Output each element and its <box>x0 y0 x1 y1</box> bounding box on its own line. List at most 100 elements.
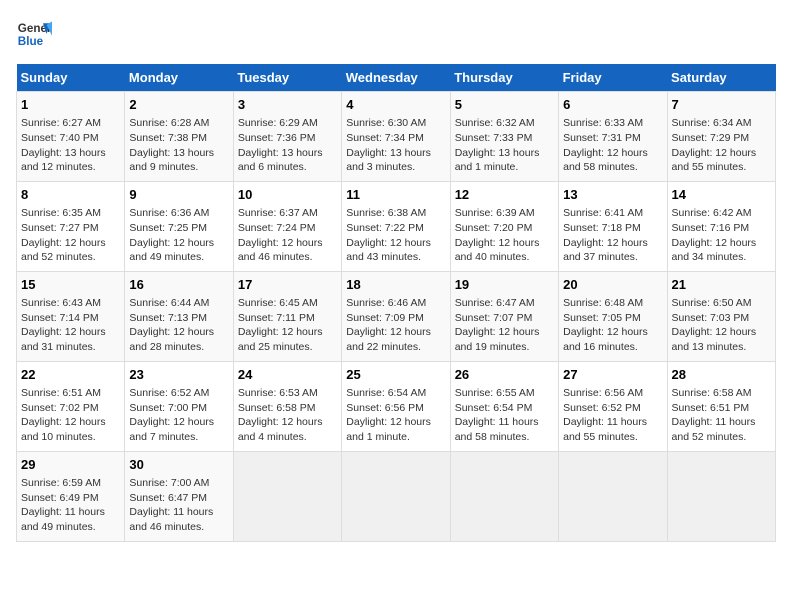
day-info: Sunrise: 6:41 AM Sunset: 7:18 PM Dayligh… <box>563 206 662 265</box>
day-cell: 19 Sunrise: 6:47 AM Sunset: 7:07 PM Dayli… <box>450 271 558 361</box>
day-cell: 1 Sunrise: 6:27 AM Sunset: 7:40 PM Daylig… <box>17 92 125 182</box>
day-info: Sunrise: 6:45 AM Sunset: 7:11 PM Dayligh… <box>238 296 337 355</box>
day-cell: 13 Sunrise: 6:41 AM Sunset: 7:18 PM Dayli… <box>559 181 667 271</box>
day-info: Sunrise: 6:29 AM Sunset: 7:36 PM Dayligh… <box>238 116 337 175</box>
day-cell: 21 Sunrise: 6:50 AM Sunset: 7:03 PM Dayli… <box>667 271 775 361</box>
day-info: Sunrise: 6:50 AM Sunset: 7:03 PM Dayligh… <box>672 296 771 355</box>
day-cell: 3Sunrise: 6:29 AM Sunset: 7:36 PM Daylig… <box>233 92 341 182</box>
day-number: 13 <box>563 186 662 204</box>
day-cell: 22 Sunrise: 6:51 AM Sunset: 7:02 PM Dayli… <box>17 361 125 451</box>
day-cell: 7 Sunrise: 6:34 AM Sunset: 7:29 PM Daylig… <box>667 92 775 182</box>
week-row-3: 15 Sunrise: 6:43 AM Sunset: 7:14 PM Dayli… <box>17 271 776 361</box>
day-info: Sunrise: 6:27 AM Sunset: 7:40 PM Dayligh… <box>21 116 120 175</box>
day-number: 23 <box>129 366 228 384</box>
day-cell: 9 Sunrise: 6:36 AM Sunset: 7:25 PM Daylig… <box>125 181 233 271</box>
day-number: 2 <box>129 96 228 114</box>
day-info: Sunrise: 6:59 AM Sunset: 6:49 PM Dayligh… <box>21 476 120 535</box>
day-cell <box>559 451 667 541</box>
day-info: Sunrise: 6:33 AM Sunset: 7:31 PM Dayligh… <box>563 116 662 175</box>
logo: General Blue <box>16 16 52 52</box>
day-number: 1 <box>21 96 120 114</box>
day-number: 21 <box>672 276 771 294</box>
svg-text:Blue: Blue <box>18 35 44 48</box>
day-number: 26 <box>455 366 554 384</box>
page-header: General Blue <box>16 16 776 52</box>
day-number: 28 <box>672 366 771 384</box>
day-info: Sunrise: 6:28 AM Sunset: 7:38 PM Dayligh… <box>129 116 228 175</box>
day-number: 22 <box>21 366 120 384</box>
day-cell: 11Sunrise: 6:38 AM Sunset: 7:22 PM Dayli… <box>342 181 450 271</box>
day-number: 18 <box>346 276 445 294</box>
day-number: 4 <box>346 96 445 114</box>
day-cell <box>667 451 775 541</box>
day-cell: 29 Sunrise: 6:59 AM Sunset: 6:49 PM Dayli… <box>17 451 125 541</box>
day-cell: 27 Sunrise: 6:56 AM Sunset: 6:52 PM Dayli… <box>559 361 667 451</box>
day-cell <box>450 451 558 541</box>
day-cell: 17 Sunrise: 6:45 AM Sunset: 7:11 PM Dayli… <box>233 271 341 361</box>
col-header-friday: Friday <box>559 64 667 92</box>
day-cell: 8 Sunrise: 6:35 AM Sunset: 7:27 PM Daylig… <box>17 181 125 271</box>
day-number: 14 <box>672 186 771 204</box>
day-info: Sunrise: 6:47 AM Sunset: 7:07 PM Dayligh… <box>455 296 554 355</box>
calendar-table: SundayMondayTuesdayWednesdayThursdayFrid… <box>16 64 776 542</box>
day-info: Sunrise: 6:36 AM Sunset: 7:25 PM Dayligh… <box>129 206 228 265</box>
day-cell: 25 Sunrise: 6:54 AM Sunset: 6:56 PM Dayli… <box>342 361 450 451</box>
day-number: 6 <box>563 96 662 114</box>
day-cell: 26Sunrise: 6:55 AM Sunset: 6:54 PM Dayli… <box>450 361 558 451</box>
day-cell: 18 Sunrise: 6:46 AM Sunset: 7:09 PM Dayli… <box>342 271 450 361</box>
day-number: 10 <box>238 186 337 204</box>
day-info: Sunrise: 6:51 AM Sunset: 7:02 PM Dayligh… <box>21 386 120 445</box>
day-number: 20 <box>563 276 662 294</box>
day-cell: 5 Sunrise: 6:32 AM Sunset: 7:33 PM Daylig… <box>450 92 558 182</box>
day-info: Sunrise: 6:52 AM Sunset: 7:00 PM Dayligh… <box>129 386 228 445</box>
day-cell: 6 Sunrise: 6:33 AM Sunset: 7:31 PM Daylig… <box>559 92 667 182</box>
day-number: 29 <box>21 456 120 474</box>
day-cell: 30Sunrise: 7:00 AM Sunset: 6:47 PM Dayli… <box>125 451 233 541</box>
logo-icon: General Blue <box>16 16 52 52</box>
day-cell: 2 Sunrise: 6:28 AM Sunset: 7:38 PM Daylig… <box>125 92 233 182</box>
col-header-saturday: Saturday <box>667 64 775 92</box>
day-number: 8 <box>21 186 120 204</box>
week-row-4: 22 Sunrise: 6:51 AM Sunset: 7:02 PM Dayli… <box>17 361 776 451</box>
day-number: 15 <box>21 276 120 294</box>
day-info: Sunrise: 6:32 AM Sunset: 7:33 PM Dayligh… <box>455 116 554 175</box>
day-cell <box>342 451 450 541</box>
day-number: 16 <box>129 276 228 294</box>
day-info: Sunrise: 6:53 AM Sunset: 6:58 PM Dayligh… <box>238 386 337 445</box>
day-number: 17 <box>238 276 337 294</box>
col-header-wednesday: Wednesday <box>342 64 450 92</box>
day-number: 7 <box>672 96 771 114</box>
day-info: Sunrise: 6:30 AM Sunset: 7:34 PM Dayligh… <box>346 116 445 175</box>
day-number: 25 <box>346 366 445 384</box>
day-number: 5 <box>455 96 554 114</box>
header-row: SundayMondayTuesdayWednesdayThursdayFrid… <box>17 64 776 92</box>
day-cell: 12 Sunrise: 6:39 AM Sunset: 7:20 PM Dayli… <box>450 181 558 271</box>
day-cell: 16Sunrise: 6:44 AM Sunset: 7:13 PM Dayli… <box>125 271 233 361</box>
day-number: 27 <box>563 366 662 384</box>
day-cell: 14Sunrise: 6:42 AM Sunset: 7:16 PM Dayli… <box>667 181 775 271</box>
day-cell: 23 Sunrise: 6:52 AM Sunset: 7:00 PM Dayli… <box>125 361 233 451</box>
day-info: Sunrise: 6:39 AM Sunset: 7:20 PM Dayligh… <box>455 206 554 265</box>
day-cell: 15 Sunrise: 6:43 AM Sunset: 7:14 PM Dayli… <box>17 271 125 361</box>
day-number: 9 <box>129 186 228 204</box>
week-row-1: 1 Sunrise: 6:27 AM Sunset: 7:40 PM Daylig… <box>17 92 776 182</box>
day-info: Sunrise: 6:46 AM Sunset: 7:09 PM Dayligh… <box>346 296 445 355</box>
day-info: Sunrise: 6:58 AM Sunset: 6:51 PM Dayligh… <box>672 386 771 445</box>
day-info: Sunrise: 6:38 AM Sunset: 7:22 PM Dayligh… <box>346 206 445 265</box>
day-info: Sunrise: 6:54 AM Sunset: 6:56 PM Dayligh… <box>346 386 445 445</box>
day-info: Sunrise: 6:34 AM Sunset: 7:29 PM Dayligh… <box>672 116 771 175</box>
day-number: 12 <box>455 186 554 204</box>
day-cell: 28 Sunrise: 6:58 AM Sunset: 6:51 PM Dayli… <box>667 361 775 451</box>
day-info: Sunrise: 6:56 AM Sunset: 6:52 PM Dayligh… <box>563 386 662 445</box>
week-row-5: 29 Sunrise: 6:59 AM Sunset: 6:49 PM Dayli… <box>17 451 776 541</box>
day-number: 19 <box>455 276 554 294</box>
day-cell: 10Sunrise: 6:37 AM Sunset: 7:24 PM Dayli… <box>233 181 341 271</box>
day-cell <box>233 451 341 541</box>
day-info: Sunrise: 6:35 AM Sunset: 7:27 PM Dayligh… <box>21 206 120 265</box>
col-header-tuesday: Tuesday <box>233 64 341 92</box>
day-cell: 4 Sunrise: 6:30 AM Sunset: 7:34 PM Daylig… <box>342 92 450 182</box>
day-cell: 24Sunrise: 6:53 AM Sunset: 6:58 PM Dayli… <box>233 361 341 451</box>
day-number: 30 <box>129 456 228 474</box>
day-info: Sunrise: 6:43 AM Sunset: 7:14 PM Dayligh… <box>21 296 120 355</box>
col-header-monday: Monday <box>125 64 233 92</box>
